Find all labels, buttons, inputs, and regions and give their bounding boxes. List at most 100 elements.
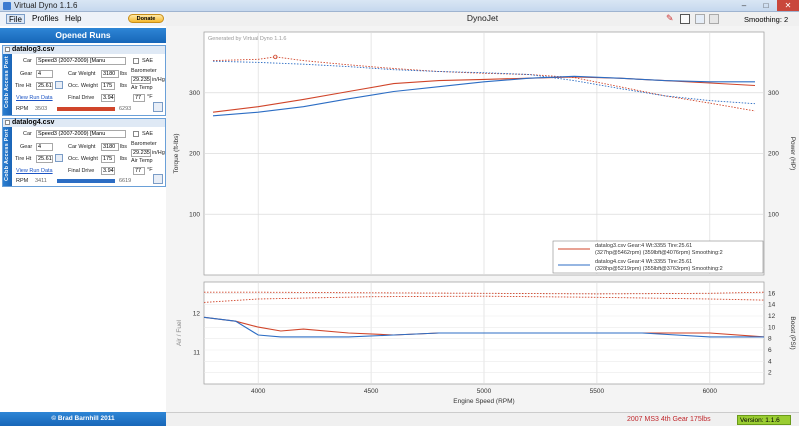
save-icon[interactable] [695, 14, 705, 24]
legend-sub-label: (328hp@5219rpm) (355lbft@3763rpm) Smooth… [595, 266, 723, 272]
app-icon [3, 2, 11, 10]
barometer-label: Barometer [131, 141, 157, 147]
pencil-icon[interactable]: ✎ [666, 14, 676, 24]
sae-checkbox[interactable] [133, 131, 139, 137]
x-tick-label: 5000 [477, 388, 492, 395]
legend-sub-label: (327hp@5462rpm) (359lbft@4076rpm) Smooth… [595, 250, 723, 256]
sae-checkbox[interactable] [133, 58, 139, 64]
occupant-weight-input[interactable]: 175 [101, 155, 115, 163]
menu-profiles[interactable]: Profiles [30, 14, 61, 24]
gear-label: Gear [20, 71, 33, 77]
y-tick-label-left: 200 [189, 151, 200, 158]
run-header[interactable]: datalog3.csv [3, 46, 165, 54]
run-visible-checkbox[interactable] [5, 120, 10, 125]
y-tick-label-right: 300 [768, 90, 779, 97]
dyno-chart: 4000 4500 5000 5500 6000 100 100 200 200 300 300 11… [166, 26, 799, 412]
afr-tick-label: 11 [193, 350, 200, 357]
barometer-input[interactable]: 29.235 [131, 76, 151, 84]
occupant-weight-input[interactable]: 175 [101, 82, 115, 90]
occupant-weight-unit: lbs [120, 83, 128, 89]
x-tick-label: 6000 [703, 388, 718, 395]
graph-settings-icon[interactable] [153, 174, 163, 184]
tire-height-label: Tire Ht [15, 156, 32, 162]
run-side-label: Cobb Access Port [3, 54, 12, 115]
car-weight-label: Car Weight [68, 71, 96, 77]
minimize-button[interactable]: – [733, 0, 755, 11]
boost-tick-label: 8 [768, 336, 772, 343]
car-weight-input[interactable]: 3180 [101, 70, 119, 78]
afr-tick-label: 12 [193, 310, 201, 317]
rpm-max: 6293 [119, 106, 132, 112]
rpm-label: RPM [16, 178, 29, 184]
maximize-button[interactable]: □ [755, 0, 777, 11]
donate-button[interactable]: Donate [128, 14, 164, 23]
final-drive-input[interactable]: 3.94 [101, 167, 115, 175]
car-select[interactable]: Speed3 (2007-2009) [Manu [36, 130, 126, 138]
print-icon[interactable] [709, 14, 719, 24]
sae-label: SAE [142, 131, 154, 137]
view-run-data-link[interactable]: View Run Data [16, 168, 53, 174]
boost-tick-label: 6 [768, 347, 772, 354]
tire-calculator-icon[interactable] [55, 81, 63, 89]
gear-select[interactable]: 4 [36, 143, 53, 151]
tire-height-input[interactable]: 25.61 [36, 82, 53, 90]
boost-tick-label: 4 [768, 358, 772, 365]
close-button[interactable]: ✕ [777, 0, 799, 11]
air-temp-label: Air Temp [131, 85, 153, 91]
car-weight-unit: lbs [120, 144, 128, 150]
tire-height-label: Tire Ht [15, 83, 32, 89]
title-bar: Virtual Dyno 1.1.6 – □ ✕ [0, 0, 799, 12]
barometer-label: Barometer [131, 68, 157, 74]
barometer-input[interactable]: 29.235 [131, 149, 151, 157]
air-temp-unit: °F [147, 167, 153, 173]
run-header[interactable]: datalog4.csv [3, 119, 165, 127]
final-drive-label: Final Drive [68, 168, 95, 174]
barometer-unit: in/Hg [152, 150, 165, 156]
y-tick-label-left: 100 [189, 211, 200, 218]
boost-tick-label: 10 [768, 324, 776, 331]
opened-runs-header: Opened Runs [0, 28, 166, 43]
gear-select[interactable]: 4 [36, 70, 53, 78]
run-visible-checkbox[interactable] [5, 47, 10, 52]
car-weight-label: Car Weight [68, 144, 96, 150]
run-side-label: Cobb Access Port [3, 127, 12, 186]
tire-calculator-icon[interactable] [55, 154, 63, 162]
rpm-range-bar[interactable] [57, 107, 115, 111]
run-panel-1: datalog3.csv Cobb Access Port Car Speed3… [2, 45, 166, 116]
car-weight-input[interactable]: 3180 [101, 143, 119, 151]
air-temp-unit: °F [147, 94, 153, 100]
graph-settings-icon[interactable] [153, 102, 163, 112]
occupant-weight-label: Occ. Weight [68, 156, 98, 162]
y-tick-label-right: 100 [768, 211, 779, 218]
watermark: Generated by Virtual Dyno 1.1.6 [208, 36, 286, 42]
menu-file[interactable]: File [6, 14, 25, 24]
final-drive-input[interactable]: 3.94 [101, 94, 115, 102]
window-title: Virtual Dyno 1.1.6 [14, 1, 78, 10]
barometer-unit: in/Hg [152, 77, 165, 83]
rpm-range-bar[interactable] [57, 179, 115, 183]
boost-tick-label: 12 [768, 313, 776, 320]
x-tick-label: 4000 [251, 388, 266, 395]
menu-help[interactable]: Help [63, 14, 83, 24]
boost-tick-label: 14 [768, 302, 776, 309]
air-temp-input[interactable]: 77 [133, 94, 145, 102]
air-temp-input[interactable]: 77 [133, 167, 145, 175]
legend-label: datalog4.csv Gear:4 Wt:3355 Tire:25.61 [595, 259, 692, 265]
tire-height-input[interactable]: 25.61 [36, 155, 53, 163]
legend-label: datalog3.csv Gear:4 Wt:3355 Tire:25.61 [595, 243, 692, 249]
rpm-min: 3411 [35, 178, 47, 184]
chart-toolbar: ✎ Smoothing: 2 [662, 13, 799, 26]
x-tick-label: 5500 [590, 388, 605, 395]
smoothing-dropdown[interactable]: Smoothing: 2 [744, 15, 788, 24]
car-select[interactable]: Speed3 (2007-2009) [Manu [36, 57, 126, 65]
air-temp-label: Air Temp [131, 158, 153, 164]
view-run-data-link[interactable]: View Run Data [16, 95, 53, 101]
gear-label: Gear [20, 144, 33, 150]
notes-icon[interactable] [680, 14, 690, 24]
rpm-label: RPM [16, 106, 29, 112]
boost-tick-label: 2 [768, 370, 772, 377]
occupant-weight-unit: lbs [120, 156, 128, 162]
x-tick-label: 4500 [364, 388, 379, 395]
y-tick-label-right: 200 [768, 151, 779, 158]
run-file-name: datalog3.csv [11, 46, 55, 53]
